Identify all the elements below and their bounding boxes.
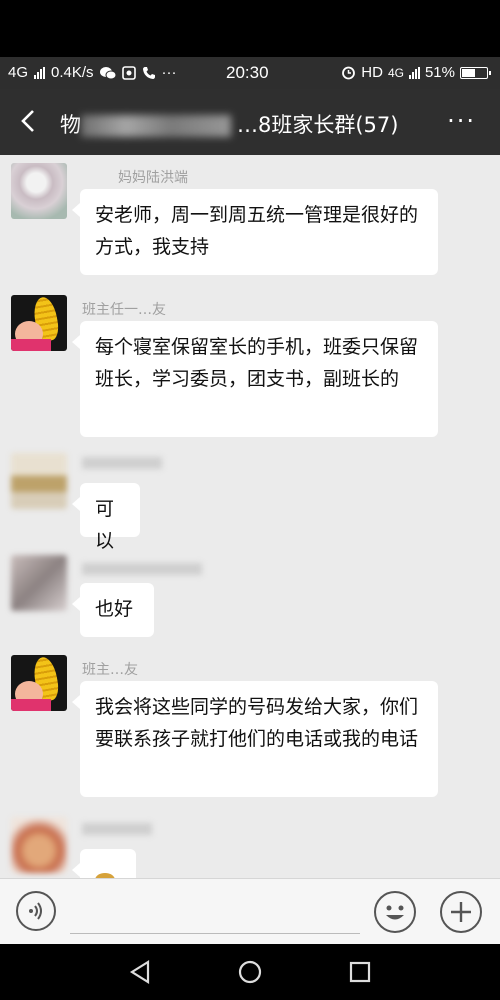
chat-input-bar [0,878,500,944]
avatar[interactable] [11,655,67,711]
message-bubble[interactable]: 安老师，周一到周五统一管理是很好的方式，我支持 [72,189,438,275]
system-nav-bar [0,944,500,1000]
sender-name [82,457,162,469]
signal-icon [34,66,46,79]
message-bubble[interactable]: 每个寝室保留室长的手机，班委只保留班长，学习委员，团支书，副班长的 [72,321,438,437]
emoji-icon[interactable] [374,891,416,933]
chat-message-list[interactable]: 妈妈陆洪端 安老师，周一到周五统一管理是很好的方式，我支持 班主任一…友 每个寝… [0,155,500,878]
square-recent-icon[interactable] [342,954,378,990]
sender-name: 妈妈陆洪端 [118,170,188,186]
sender-name: 班主任一…友 [82,302,166,318]
signal-icon-right [408,66,420,79]
network-type: 4G [8,64,29,81]
message-text: 每个寝室保留室长的手机，班委只保留班长，学习委员，团支书，副班长的 [95,336,419,390]
chat-title: 物 …8班家长群(57) [60,109,398,139]
avatar[interactable] [11,453,67,509]
message-bubble[interactable]: 可以 [72,483,140,552]
network-speed: 0.4K/s [51,64,94,81]
app-notification-icon [121,65,136,80]
sender-name [82,823,152,835]
phone-icon [142,66,155,79]
message-text: 可以 [95,498,115,552]
more-notifications-icon: ··· [161,64,177,81]
triangle-back-icon[interactable] [122,954,158,990]
circle-home-icon[interactable] [232,954,268,990]
status-bar: 4G 0.4K/s ··· 20:30 HD 4G 51% [0,57,500,89]
voice-icon[interactable] [16,891,56,931]
more-options-button[interactable]: ··· [447,107,476,135]
avatar[interactable] [11,163,67,219]
back-arrow-icon[interactable] [16,108,42,134]
message-text: 安老师，周一到周五统一管理是很好的方式，我支持 [95,204,419,258]
avatar[interactable] [11,295,67,351]
avatar[interactable] [11,555,67,611]
sender-name: 班主…友 [82,662,138,678]
alarm-icon [342,66,356,80]
battery-percent: 51% [424,64,455,81]
hd-label: HD [361,64,383,81]
plus-icon[interactable] [440,891,482,933]
battery-icon [460,66,491,79]
message-bubble[interactable]: 我会将这些同学的号码发给大家，你们要联系孩子就打他们的电话或我的电话 [72,681,438,797]
wechat-notification-icon [99,66,116,79]
message-bubble[interactable]: 也好 [72,583,154,637]
network-type-right: 4G [387,65,404,80]
group-name: …8班家长群(57) [237,113,399,137]
title-prefix: 物 [60,113,81,137]
title-redacted-blur [81,115,231,137]
message-text: 也好 [95,598,134,620]
message-bubble[interactable] [72,849,136,878]
avatar[interactable] [11,817,67,873]
message-input[interactable] [70,933,360,934]
chat-title-bar: 物 …8班家长群(57) ··· [0,89,500,155]
top-frame [0,0,500,57]
sender-name [82,563,202,575]
message-text: 我会将这些同学的号码发给大家，你们要联系孩子就打他们的电话或我的电话 [95,696,419,750]
clock: 20:30 [226,63,269,82]
